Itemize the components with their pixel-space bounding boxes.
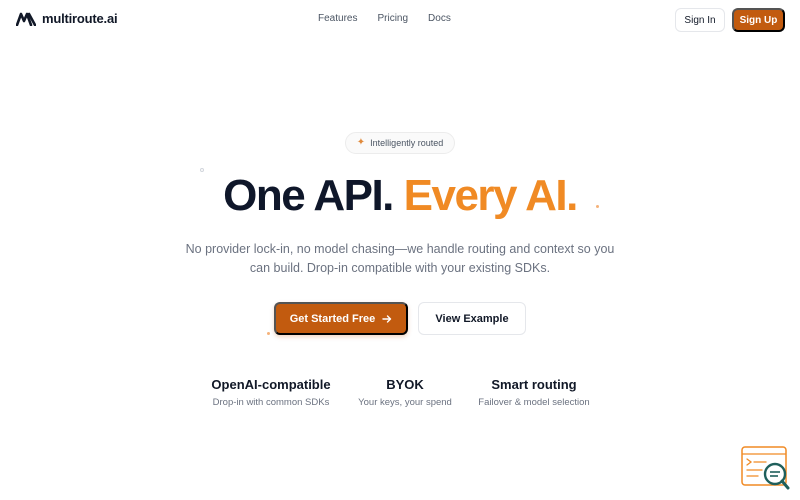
headline-part-one: One API. <box>223 171 394 220</box>
get-started-button[interactable]: Get Started Free <box>274 302 408 335</box>
nav-link-features[interactable]: Features <box>318 13 357 24</box>
hero-headline: One API. Every AI. <box>0 168 800 224</box>
headline-part-two: Every AI. <box>403 171 579 220</box>
view-example-button[interactable]: View Example <box>418 302 526 335</box>
m-logo-icon <box>16 12 36 26</box>
sign-up-button[interactable]: Sign Up <box>732 8 785 32</box>
hero-subheadline: No provider lock-in, no model chasing—we… <box>185 242 615 275</box>
chat-widget-button[interactable] <box>740 444 792 492</box>
nav-link-pricing[interactable]: Pricing <box>377 13 408 24</box>
sparkle-icon: ✦ <box>356 137 366 148</box>
nav-link-docs[interactable]: Docs <box>428 13 451 24</box>
logo-text: multiroute.ai <box>42 11 118 26</box>
decorative-dot <box>267 332 270 335</box>
feature-description: Failover & model selection <box>478 397 590 408</box>
hero-badge-label: Intelligently routed <box>370 138 444 148</box>
hero-badge: ✦ Intelligently routed <box>345 132 455 154</box>
chat-search-icon <box>741 446 790 490</box>
get-started-label: Get Started Free <box>289 312 376 325</box>
sign-in-button[interactable]: Sign In <box>675 8 725 32</box>
feature-title: Smart routing <box>491 377 577 392</box>
feature-item-smart-routing: Smart routing Failover & model selection <box>454 377 614 408</box>
arrow-right-icon <box>382 314 392 323</box>
logo[interactable]: multiroute.ai <box>16 11 118 26</box>
nav-links: Features Pricing Docs <box>318 13 451 24</box>
top-navbar: multiroute.ai Features Pricing Docs Sign… <box>0 0 800 40</box>
